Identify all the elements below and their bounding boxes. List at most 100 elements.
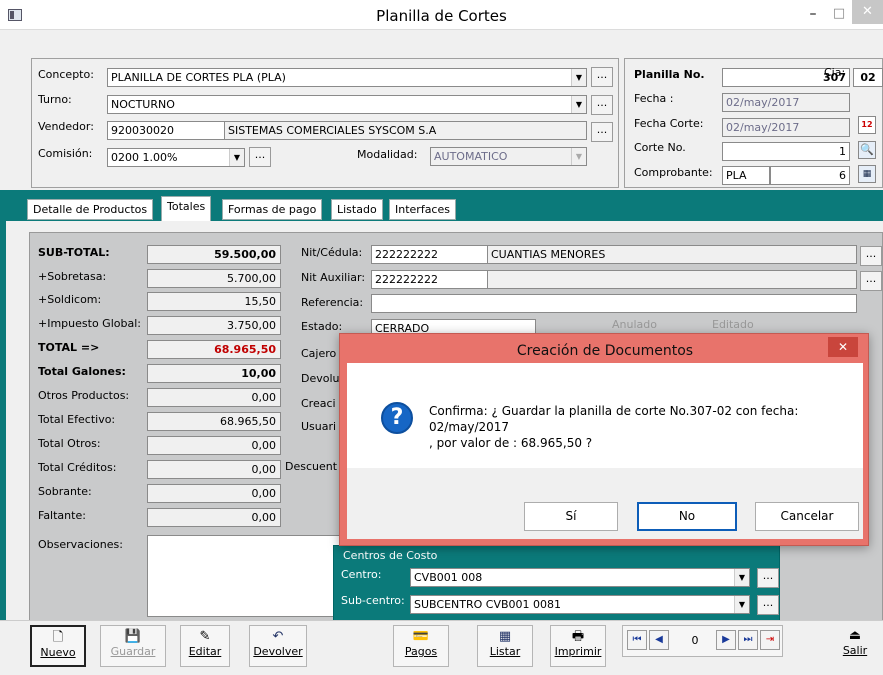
total-value: 0,00 xyxy=(147,436,281,455)
tab-detalle[interactable]: Detalle de Productos xyxy=(27,199,154,220)
turno-lookup-button[interactable]: ... xyxy=(591,95,613,115)
maximize-button[interactable]: □ xyxy=(826,4,852,26)
listar-button[interactable]: ▦ Listar xyxy=(477,625,533,667)
record-number: 0 xyxy=(691,634,699,647)
chevron-down-icon[interactable]: ▼ xyxy=(734,569,749,586)
cia-label: Cia: xyxy=(824,66,846,79)
window-title: Planilla de Cortes xyxy=(376,7,507,25)
usuari-label: Usuari xyxy=(301,420,337,433)
edit-icon: ✎ xyxy=(199,629,211,644)
referencia-label: Referencia: xyxy=(301,296,364,309)
comision-select[interactable]: 0200 1.00% ▼ xyxy=(107,148,245,167)
nit-name-field: CUANTIAS MENORES xyxy=(487,245,857,264)
nit-aux-lookup-button[interactable]: ... xyxy=(860,271,882,291)
total-label: Faltante: xyxy=(38,509,86,522)
chevron-down-icon[interactable]: ▼ xyxy=(229,149,244,166)
fecha-corte-label: Fecha Corte: xyxy=(634,117,704,130)
nit-aux-name-field xyxy=(487,270,857,289)
total-label: Total Créditos: xyxy=(38,461,117,474)
planilla-no-label: Planilla No. xyxy=(634,68,705,81)
comision-value: 0200 1.00% xyxy=(111,151,178,164)
concepto-select[interactable]: PLANILLA DE CORTES PLA (PLA) ▼ xyxy=(107,68,587,87)
dialog-message-line3: , por valor de : 68.965,50 ? xyxy=(429,436,593,450)
first-record-button[interactable]: ⏮ xyxy=(627,630,647,650)
total-value: 10,00 xyxy=(147,364,281,383)
cancel-button[interactable]: Cancelar xyxy=(755,502,859,531)
concepto-value: PLANILLA DE CORTES PLA (PLA) xyxy=(111,71,286,84)
salir-button[interactable]: ⏏ Salir xyxy=(830,625,880,667)
tab-totales[interactable]: Totales xyxy=(161,196,212,222)
prev-record-button[interactable]: ◀ xyxy=(649,630,669,650)
centros-title: Centros de Costo xyxy=(343,549,438,562)
observaciones-label: Observaciones: xyxy=(38,538,123,551)
comision-lookup-button[interactable]: ... xyxy=(249,147,271,167)
no-button[interactable]: No xyxy=(637,502,737,531)
modalidad-select: AUTOMATICO ▼ xyxy=(430,147,587,166)
nit-lookup-button[interactable]: ... xyxy=(860,246,882,266)
referencia-input[interactable] xyxy=(371,294,857,313)
vendedor-code-input[interactable]: 920030020 xyxy=(107,121,225,140)
total-value: 59.500,00 xyxy=(147,245,281,264)
concepto-label: Concepto: xyxy=(38,68,94,81)
anulado-label: Anulado xyxy=(612,318,657,331)
goto-record-button[interactable]: ⇥ xyxy=(760,630,780,650)
tab-interfaces[interactable]: Interfaces xyxy=(389,199,456,220)
calendar-icon[interactable]: 12 xyxy=(858,116,876,134)
minimize-button[interactable]: – xyxy=(800,4,826,26)
concepto-lookup-button[interactable]: ... xyxy=(591,67,613,87)
observaciones-textarea[interactable] xyxy=(147,535,348,617)
nit-aux-input[interactable]: 222222222 xyxy=(371,270,488,289)
chevron-down-icon[interactable]: ▼ xyxy=(571,69,586,86)
nit-input[interactable]: 222222222 xyxy=(371,245,488,264)
centro-lookup-button[interactable]: ... xyxy=(757,568,779,588)
subcentro-select[interactable]: SUBCENTRO CVB001 0081 ▼ xyxy=(410,595,750,614)
corte-no-label: Corte No. xyxy=(634,141,686,154)
tab-formas-pago[interactable]: Formas de pago xyxy=(222,199,323,220)
undo-icon: ↶ xyxy=(272,629,284,644)
chevron-down-icon[interactable]: ▼ xyxy=(734,596,749,613)
close-button[interactable]: ✕ xyxy=(852,0,883,24)
turno-label: Turno: xyxy=(38,93,72,106)
nuevo-button[interactable]: 🗋 Nuevo xyxy=(30,625,86,667)
centro-select[interactable]: CVB001 008 ▼ xyxy=(410,568,750,587)
imprimir-button[interactable]: 🖶 Imprimir xyxy=(550,625,606,667)
total-label: Sobrante: xyxy=(38,485,92,498)
comision-label: Comisión: xyxy=(38,147,93,160)
centro-value: CVB001 008 xyxy=(414,571,483,584)
grid-lookup-icon[interactable]: ▦ xyxy=(858,165,876,183)
modalidad-value: AUTOMATICO xyxy=(434,150,508,163)
total-label: +Soldicom: xyxy=(38,293,102,306)
turno-select[interactable]: NOCTURNO ▼ xyxy=(107,95,587,114)
pagos-button[interactable]: 💳 Pagos xyxy=(393,625,449,667)
total-value: 5.700,00 xyxy=(147,269,281,288)
chevron-down-icon: ▼ xyxy=(571,148,586,165)
fecha-corte-field: 02/may/2017 xyxy=(722,118,850,137)
devolu-label: Devolu xyxy=(301,372,340,385)
save-icon: 💾 xyxy=(124,629,142,644)
exit-icon: ⏏ xyxy=(848,628,862,643)
tab-listado[interactable]: Listado xyxy=(331,199,383,220)
chevron-down-icon[interactable]: ▼ xyxy=(571,96,586,113)
descuent-label: Descuent xyxy=(285,460,338,473)
total-value: 0,00 xyxy=(147,484,281,503)
total-value: 0,00 xyxy=(147,508,281,527)
turno-value: NOCTURNO xyxy=(111,98,175,111)
subcentro-lookup-button[interactable]: ... xyxy=(757,595,779,615)
total-value: 0,00 xyxy=(147,460,281,479)
editar-button[interactable]: ✎ Editar xyxy=(180,625,230,667)
total-value: 3.750,00 xyxy=(147,316,281,335)
total-label: Total Otros: xyxy=(38,437,101,450)
comprobante-number-field: 6 xyxy=(770,166,850,185)
search-icon[interactable]: 🔍 xyxy=(858,141,876,159)
devolver-button[interactable]: ↶ Devolver xyxy=(249,625,307,667)
estado-label: Estado: xyxy=(301,320,343,333)
comprobante-label: Comprobante: xyxy=(634,166,713,179)
next-record-button[interactable]: ▶ xyxy=(716,630,736,650)
yes-button[interactable]: Sí xyxy=(524,502,618,531)
vendedor-lookup-button[interactable]: ... xyxy=(591,122,613,142)
last-record-button[interactable]: ⏭ xyxy=(738,630,758,650)
dialog-close-button[interactable]: ✕ xyxy=(828,337,858,357)
dialog-message-line1: Confirma: ¿ Guardar la planilla de corte… xyxy=(429,404,799,418)
nit-label: Nit/Cédula: xyxy=(301,246,363,259)
total-label: Otros Productos: xyxy=(38,389,130,402)
